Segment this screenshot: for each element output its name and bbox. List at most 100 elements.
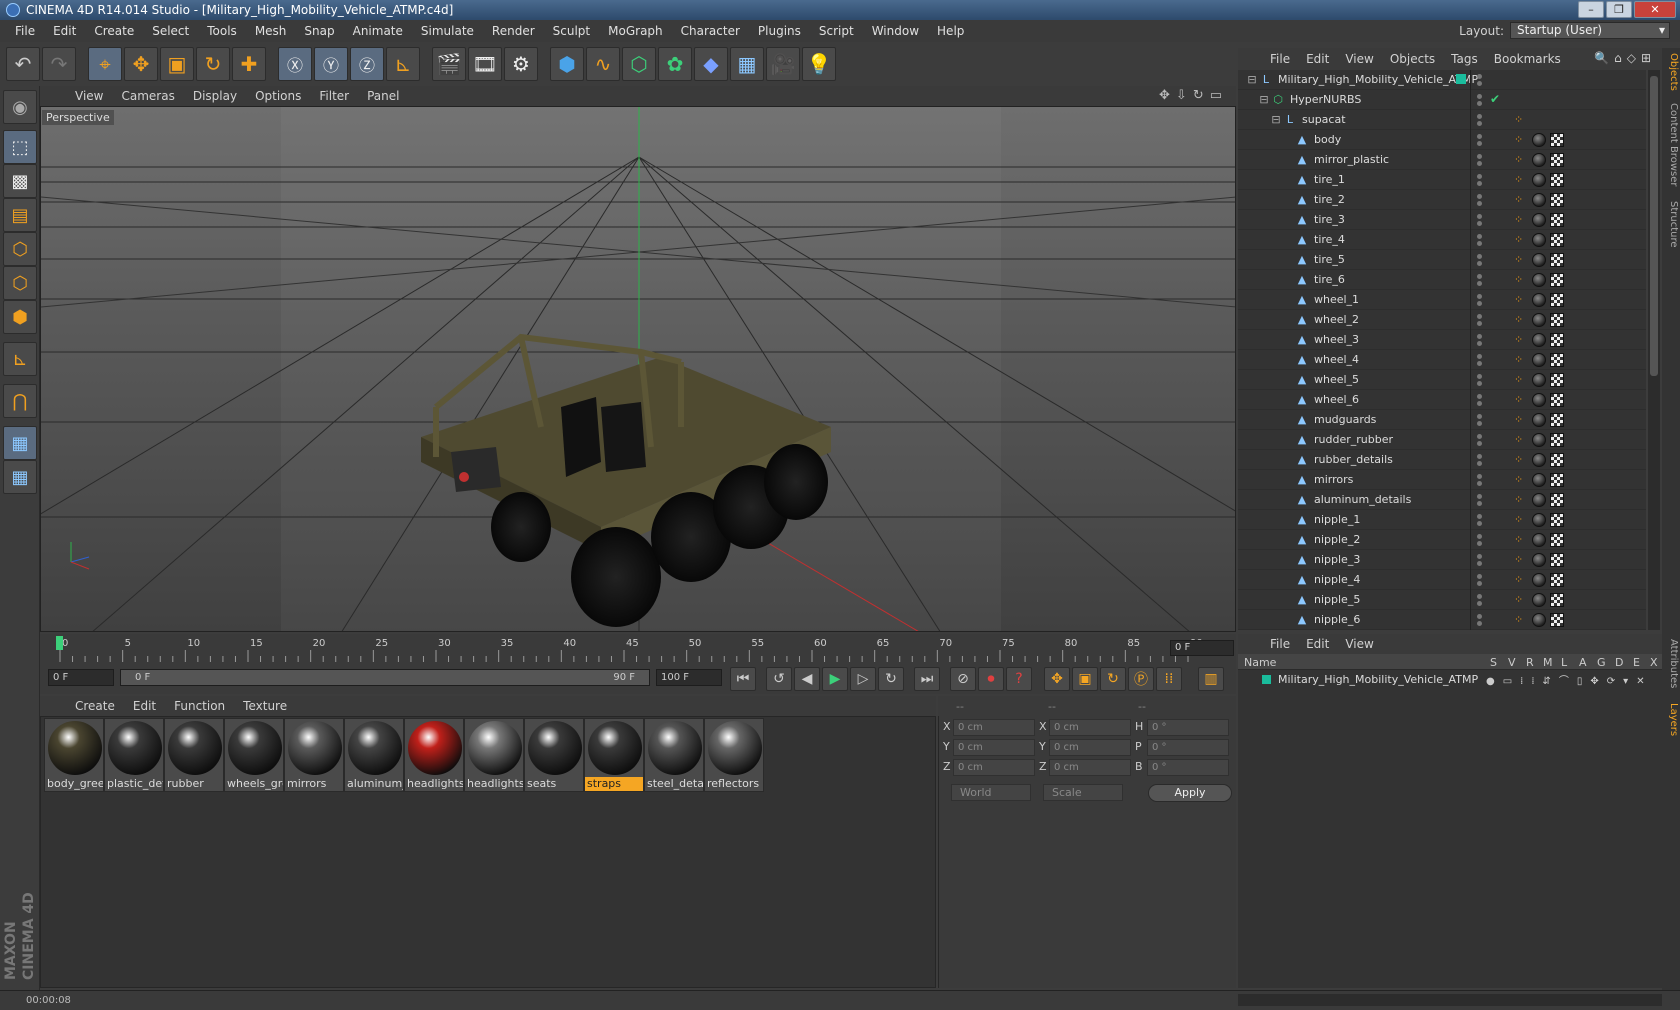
layers-menu-view[interactable]: View (1337, 637, 1381, 651)
material-tag-icon[interactable] (1532, 553, 1546, 567)
material-tag-icon[interactable] (1532, 333, 1546, 347)
material-tag-icon[interactable] (1532, 453, 1546, 467)
live-selection-icon[interactable]: ⌖ (88, 47, 122, 81)
object-row[interactable]: ▲ rudder_rubber ⁘ (1238, 430, 1646, 450)
play-backward-icon[interactable]: ↺ (766, 667, 792, 691)
uvw-tag-icon[interactable] (1550, 373, 1564, 387)
visibility-dots[interactable] (1476, 613, 1484, 627)
menu-script[interactable]: Script (810, 24, 863, 38)
phong-tag-icon[interactable]: ⁘ (1514, 193, 1528, 207)
polygons-mode-icon[interactable]: ⬢ (3, 300, 37, 334)
layer-color-icon[interactable] (1456, 74, 1466, 84)
object-row[interactable]: ▲ mirror_plastic ⁘ (1238, 150, 1646, 170)
menu-animate[interactable]: Animate (344, 24, 412, 38)
objects-menu-view[interactable]: View (1337, 52, 1381, 66)
maximize-button[interactable]: ❐ (1606, 1, 1632, 18)
position-x-field[interactable]: 0 cm (953, 719, 1035, 736)
menu-mograph[interactable]: MoGraph (599, 24, 672, 38)
layer-row[interactable]: Military_High_Mobility_Vehicle_ATMP ●▭⁞⁞… (1238, 672, 1662, 688)
tab-structure[interactable]: Structure (1663, 198, 1679, 250)
texture-mode-icon[interactable]: ▩ (3, 164, 37, 198)
playhead-marker[interactable] (56, 636, 63, 650)
viewport-navigation-icons[interactable]: ✥⇩↻▭ (1159, 88, 1228, 103)
light-icon[interactable]: 💡 (802, 47, 836, 81)
material-tag-icon[interactable] (1532, 593, 1546, 607)
layer-manager-scrollbar[interactable] (1238, 994, 1662, 1006)
undo-button[interactable]: ↶ (6, 47, 40, 81)
object-name[interactable]: body (1314, 130, 1341, 150)
uvw-tag-icon[interactable] (1550, 513, 1564, 527)
objects-menu-tags[interactable]: Tags (1443, 52, 1486, 66)
layer-color-swatch[interactable] (1262, 675, 1271, 684)
object-name[interactable]: tire_6 (1314, 270, 1345, 290)
objects-menu-edit[interactable]: Edit (1298, 52, 1337, 66)
size-x-field[interactable]: 0 cm (1049, 719, 1131, 736)
layer-col-e[interactable]: E (1633, 656, 1640, 669)
material-swatch[interactable]: seats (524, 718, 584, 792)
material-tag-icon[interactable] (1532, 193, 1546, 207)
visibility-dots[interactable] (1476, 213, 1484, 227)
visibility-dots[interactable] (1476, 393, 1484, 407)
uvw-tag-icon[interactable] (1550, 493, 1564, 507)
viewport-menu-display[interactable]: Display (184, 89, 246, 103)
perspective-viewport[interactable] (40, 106, 1236, 632)
visibility-dots[interactable] (1476, 573, 1484, 587)
rotate-tool-icon[interactable]: ↻ (196, 47, 230, 81)
object-row[interactable]: ▲ wheel_3 ⁘ (1238, 330, 1646, 350)
material-tag-icon[interactable] (1532, 153, 1546, 167)
object-name[interactable]: tire_1 (1314, 170, 1345, 190)
uvw-tag-icon[interactable] (1550, 613, 1564, 627)
visibility-dots[interactable] (1476, 593, 1484, 607)
uvw-tag-icon[interactable] (1550, 533, 1564, 547)
go-to-end-icon[interactable]: ⏭ (914, 667, 940, 691)
visibility-dots[interactable] (1476, 93, 1484, 107)
menu-help[interactable]: Help (928, 24, 973, 38)
phong-tag-icon[interactable]: ⁘ (1514, 153, 1528, 167)
visibility-dots[interactable] (1476, 113, 1484, 127)
visibility-dots[interactable] (1476, 513, 1484, 527)
layers-menu-edit[interactable]: Edit (1298, 637, 1337, 651)
model-mode-icon[interactable]: ⬚ (3, 130, 37, 164)
visibility-dots[interactable] (1476, 553, 1484, 567)
viewport-menu-view[interactable]: View (66, 89, 112, 103)
rotation-h-field[interactable]: 0 ° (1147, 719, 1229, 736)
key-pla-icon[interactable]: ⁞⁞ (1156, 667, 1182, 691)
material-tag-icon[interactable] (1532, 413, 1546, 427)
object-row[interactable]: ▲ body ⁘ (1238, 130, 1646, 150)
phong-tag-icon[interactable]: ⁘ (1514, 573, 1528, 587)
material-swatch[interactable]: headlights (404, 718, 464, 792)
object-row[interactable]: ▲ wheel_6 ⁘ (1238, 390, 1646, 410)
layer-col-v[interactable]: V (1508, 656, 1516, 669)
object-name[interactable]: nipple_4 (1314, 570, 1360, 590)
axis-mode-icon[interactable]: ⊾ (3, 342, 37, 376)
visibility-dots[interactable] (1476, 353, 1484, 367)
uvw-tag-icon[interactable] (1550, 333, 1564, 347)
uvw-tag-icon[interactable] (1550, 193, 1564, 207)
expand-toggle-icon[interactable]: ⊟ (1246, 74, 1258, 86)
object-manager-search-home-icons[interactable]: 🔍⌂◇⊞ (1594, 51, 1656, 65)
tab-content-browser[interactable]: Content Browser (1663, 100, 1679, 190)
deformer-icon[interactable]: ◆ (694, 47, 728, 81)
material-tag-icon[interactable] (1532, 373, 1546, 387)
object-row[interactable]: ▲ wheel_5 ⁘ (1238, 370, 1646, 390)
visibility-dots[interactable] (1476, 253, 1484, 267)
size-z-field[interactable]: 0 cm (1049, 759, 1131, 776)
material-swatch[interactable]: aluminum_ (344, 718, 404, 792)
object-name[interactable]: wheel_2 (1314, 310, 1359, 330)
start-frame-field[interactable]: 0 F (48, 669, 114, 686)
y-axis-lock-icon[interactable]: Ⓨ (314, 47, 348, 81)
uvw-tag-icon[interactable] (1550, 313, 1564, 327)
z-axis-lock-icon[interactable]: Ⓩ (350, 47, 384, 81)
phong-tag-icon[interactable]: ⁘ (1514, 513, 1528, 527)
apply-button[interactable]: Apply (1148, 784, 1232, 802)
layer-col-a[interactable]: A (1579, 656, 1587, 669)
layer-col-m[interactable]: M (1543, 656, 1553, 669)
object-row[interactable]: ▲ rubber_details ⁘ (1238, 450, 1646, 470)
object-name[interactable]: wheel_5 (1314, 370, 1359, 390)
object-name[interactable]: nipple_1 (1314, 510, 1360, 530)
record-key-icon[interactable]: ⏺ (978, 667, 1004, 691)
material-menu-edit[interactable]: Edit (124, 699, 165, 713)
spline-pen-icon[interactable]: ∿ (586, 47, 620, 81)
material-tag-icon[interactable] (1532, 493, 1546, 507)
move-tool-icon[interactable]: ✥ (124, 47, 158, 81)
